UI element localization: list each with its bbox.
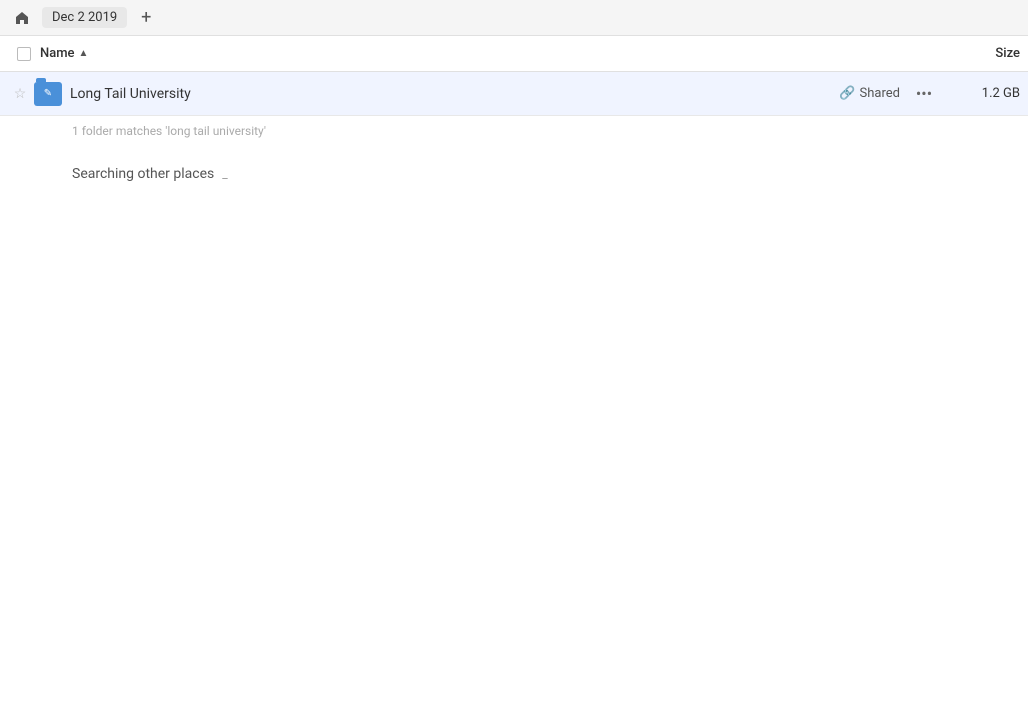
searching-spinner: _ <box>222 167 227 181</box>
searching-label: Searching other places <box>72 166 214 182</box>
file-name: Long Tail University <box>64 86 839 102</box>
file-row[interactable]: ☆ ✎ Long Tail University 🔗 Shared ••• 1.… <box>0 72 1028 116</box>
searching-section: Searching other places _ <box>0 146 1028 202</box>
add-tab-button[interactable]: + <box>133 5 159 31</box>
sort-arrow-icon: ▲ <box>79 48 89 59</box>
star-icon: ☆ <box>14 86 27 102</box>
more-icon: ••• <box>916 84 932 103</box>
checkbox-element[interactable] <box>17 47 31 61</box>
shared-label: Shared <box>860 86 900 101</box>
folder-pen-icon: ✎ <box>44 88 52 99</box>
link-icon: 🔗 <box>839 86 855 101</box>
name-label: Name <box>40 46 75 61</box>
match-info-text: 1 folder matches 'long tail university' <box>72 124 266 138</box>
size-label: Size <box>995 46 1020 61</box>
name-column-header[interactable]: Name ▲ <box>40 46 940 61</box>
home-button[interactable] <box>8 4 36 32</box>
top-bar: Dec 2 2019 + <box>0 0 1028 36</box>
add-tab-icon: + <box>141 9 151 27</box>
select-all-checkbox[interactable] <box>8 47 40 61</box>
folder-icon: ✎ <box>32 82 64 106</box>
shared-badge: 🔗 Shared <box>839 86 908 101</box>
size-column-header: Size <box>940 46 1020 61</box>
file-size: 1.2 GB <box>940 86 1020 101</box>
more-options-button[interactable]: ••• <box>908 84 940 103</box>
star-button[interactable]: ☆ <box>8 86 32 102</box>
breadcrumb-label: Dec 2 2019 <box>52 10 117 25</box>
match-info: 1 folder matches 'long tail university' <box>0 116 1028 146</box>
breadcrumb-dec2019[interactable]: Dec 2 2019 <box>42 7 127 28</box>
folder-icon-box: ✎ <box>34 82 62 106</box>
column-headers: Name ▲ Size <box>0 36 1028 72</box>
